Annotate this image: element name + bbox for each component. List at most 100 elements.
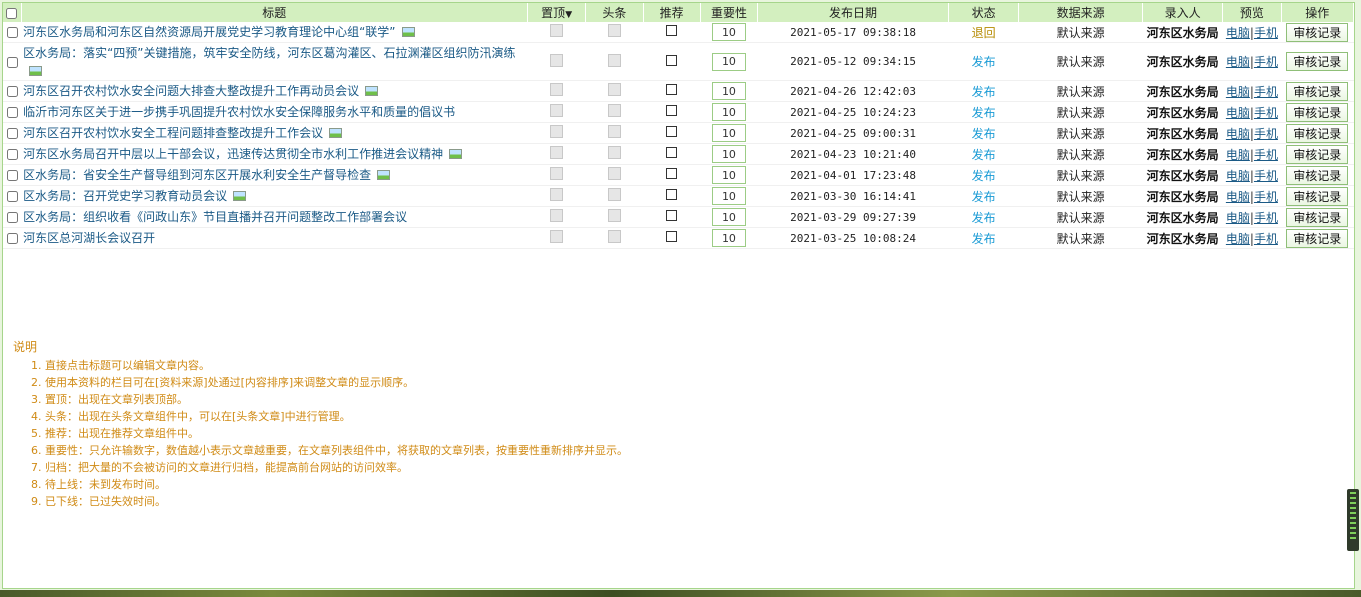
preview-mobile-link[interactable]: 手机: [1254, 26, 1278, 40]
side-scroll-indicator[interactable]: [1347, 489, 1359, 551]
select-all-checkbox[interactable]: [6, 7, 18, 19]
top-checkbox: [550, 167, 564, 180]
recommend-checkbox[interactable]: [666, 147, 678, 158]
row-checkbox[interactable]: [6, 233, 18, 244]
article-title-link[interactable]: 区水务局：省安全生产督导组到河东区开展水利安全生产督导检查: [23, 168, 371, 182]
audit-record-button[interactable]: 审核记录: [1286, 52, 1349, 71]
article-title-link[interactable]: 区水务局：落实“四预”关键措施，筑牢安全防线，河东区葛沟灌区、石拉渊灌区组织防汛…: [23, 46, 515, 60]
importance-input[interactable]: [711, 166, 746, 184]
publish-date: 2021-04-01 17:23:48: [757, 164, 949, 186]
col-title[interactable]: 标题: [21, 3, 529, 22]
row-checkbox[interactable]: [6, 149, 18, 160]
importance-input[interactable]: [711, 229, 746, 247]
recommend-checkbox[interactable]: [666, 189, 678, 200]
audit-record-button[interactable]: 审核记录: [1286, 144, 1349, 164]
article-title-link[interactable]: 河东区总河湖长会议召开: [23, 231, 155, 245]
preview-cell: 电脑|手机: [1222, 122, 1282, 144]
importance-input[interactable]: [711, 187, 746, 205]
preview-pc-link[interactable]: 电脑: [1226, 169, 1250, 183]
preview-pc-link[interactable]: 电脑: [1226, 211, 1250, 225]
preview-mobile-link[interactable]: 手机: [1254, 106, 1278, 120]
preview-mobile-link[interactable]: 手机: [1254, 190, 1278, 204]
audit-record-button[interactable]: 审核记录: [1286, 207, 1349, 227]
preview-pc-link[interactable]: 电脑: [1226, 26, 1250, 40]
action-cell: 审核记录: [1281, 42, 1354, 81]
source-text: 默认来源: [1018, 22, 1143, 43]
article-title-link[interactable]: 区水务局：组织收看《问政山东》节目直播并召开问题整改工作部署会议: [23, 210, 407, 224]
importance-input[interactable]: [711, 52, 746, 71]
importance-input[interactable]: [711, 124, 746, 142]
row-checkbox[interactable]: [6, 86, 18, 97]
col-top[interactable]: 置顶▼: [527, 3, 587, 22]
preview-mobile-link[interactable]: 手机: [1254, 148, 1278, 162]
recommend-checkbox[interactable]: [666, 25, 678, 36]
audit-record-button[interactable]: 审核记录: [1286, 22, 1349, 42]
row-checkbox[interactable]: [6, 170, 18, 181]
audit-record-button[interactable]: 审核记录: [1286, 102, 1349, 122]
row-checkbox[interactable]: [6, 56, 18, 68]
publish-date: 2021-05-12 09:34:15: [757, 42, 949, 81]
article-title-link[interactable]: 区水务局：召开党史学习教育动员会议: [23, 189, 227, 203]
col-importance[interactable]: 重要性: [700, 3, 759, 22]
col-headline[interactable]: 头条: [585, 3, 644, 22]
col-source[interactable]: 数据来源: [1018, 3, 1143, 22]
audit-record-button[interactable]: 审核记录: [1286, 123, 1349, 143]
note-item: 待上线：未到发布时间。: [45, 476, 628, 493]
recommend-checkbox[interactable]: [666, 231, 678, 242]
article-title-link[interactable]: 河东区水务局召开中层以上干部会议，迅速传达贯彻全市水利工作推进会议精神: [23, 147, 443, 161]
recommend-cell: [643, 164, 701, 186]
preview-mobile-link[interactable]: 手机: [1254, 169, 1278, 183]
audit-record-button[interactable]: 审核记录: [1286, 165, 1349, 185]
col-author[interactable]: 录入人: [1142, 3, 1224, 22]
article-title-link[interactable]: 河东区召开农村饮水安全工程问题排查整改提升工作会议: [23, 126, 323, 140]
recommend-checkbox[interactable]: [666, 126, 678, 137]
importance-input[interactable]: [711, 23, 746, 41]
recommend-checkbox[interactable]: [666, 105, 678, 116]
preview-mobile-link[interactable]: 手机: [1254, 232, 1278, 246]
row-checkbox[interactable]: [6, 107, 18, 118]
row-checkbox[interactable]: [6, 27, 18, 38]
recommend-checkbox[interactable]: [666, 84, 678, 95]
top-checkbox: [550, 230, 564, 243]
article-title-link[interactable]: 河东区水务局和河东区自然资源局开展党史学习教育理论中心组“联学”: [23, 25, 395, 39]
row-checkbox[interactable]: [6, 212, 18, 223]
importance-input[interactable]: [711, 145, 746, 163]
article-title-link[interactable]: 临沂市河东区关于进一步携手巩固提升农村饮水安全保障服务水平和质量的倡议书: [23, 105, 455, 119]
importance-input[interactable]: [711, 103, 746, 121]
col-status[interactable]: 状态: [948, 3, 1020, 22]
preview-pc-link[interactable]: 电脑: [1226, 127, 1250, 141]
preview-pc-link[interactable]: 电脑: [1226, 55, 1250, 69]
recommend-checkbox[interactable]: [666, 210, 678, 221]
source-text: 默认来源: [1018, 206, 1143, 228]
table-header: 标题 置顶▼ 头条 推荐 重要性 发布日期 状态 数据来源 录入人 预览 操作: [3, 3, 1355, 22]
top-cell: [527, 227, 586, 249]
audit-record-button[interactable]: 审核记录: [1286, 186, 1349, 206]
importance-input[interactable]: [711, 208, 746, 226]
recommend-checkbox[interactable]: [666, 168, 678, 179]
headline-checkbox: [607, 24, 621, 37]
status-text: 发布: [948, 164, 1019, 186]
preview-mobile-link[interactable]: 手机: [1254, 127, 1278, 141]
preview-mobile-link[interactable]: 手机: [1254, 211, 1278, 225]
preview-pc-link[interactable]: 电脑: [1226, 85, 1250, 99]
importance-input[interactable]: [711, 82, 746, 100]
recommend-checkbox[interactable]: [666, 54, 678, 66]
preview-mobile-link[interactable]: 手机: [1254, 85, 1278, 99]
row-select-cell: [3, 42, 22, 81]
action-cell: 审核记录: [1281, 227, 1354, 249]
audit-record-button[interactable]: 审核记录: [1286, 81, 1349, 101]
publish-date: 2021-04-25 09:00:31: [757, 122, 949, 144]
preview-pc-link[interactable]: 电脑: [1226, 190, 1250, 204]
audit-record-button[interactable]: 审核记录: [1286, 228, 1349, 248]
row-checkbox[interactable]: [6, 128, 18, 139]
importance-cell: [700, 227, 758, 249]
preview-pc-link[interactable]: 电脑: [1226, 148, 1250, 162]
col-date[interactable]: 发布日期: [757, 3, 949, 22]
article-title-link[interactable]: 河东区召开农村饮水安全问题大排查大整改提升工作再动员会议: [23, 84, 359, 98]
publish-date: 2021-03-29 09:27:39: [757, 206, 949, 228]
preview-pc-link[interactable]: 电脑: [1226, 106, 1250, 120]
preview-mobile-link[interactable]: 手机: [1254, 55, 1278, 69]
col-recommend[interactable]: 推荐: [643, 3, 701, 22]
row-checkbox[interactable]: [6, 191, 18, 202]
preview-pc-link[interactable]: 电脑: [1226, 232, 1250, 246]
